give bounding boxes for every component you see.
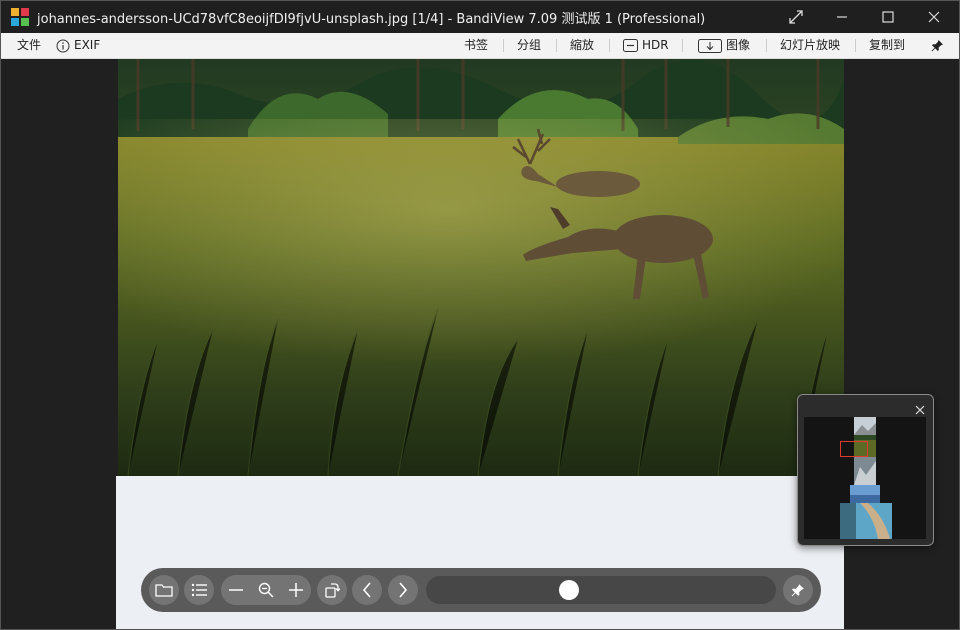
zoom-in-button[interactable] (287, 582, 305, 598)
deer-photo (118, 59, 844, 476)
title-bar: johannes-andersson-UCd78vfC8eoijfDI9fjvU… (1, 1, 959, 33)
open-folder-button[interactable] (149, 575, 179, 605)
folder-icon (155, 584, 173, 597)
menu-file-label: 文件 (17, 38, 42, 52)
menu-image-label: 图像 (726, 38, 751, 52)
menu-image[interactable]: 图像 (698, 33, 750, 58)
close-icon (915, 405, 925, 415)
chevron-right-icon (399, 582, 408, 598)
navigator-panel[interactable] (797, 394, 934, 546)
navigator-close-button[interactable] (915, 400, 927, 415)
menu-slideshow-label: 幻灯片放映 (780, 38, 841, 52)
app-logo-icon (11, 8, 29, 26)
menu-copy-to[interactable]: 复制到 (869, 33, 905, 58)
window-title: johannes-andersson-UCd78vfC8eoijfDI9fjvU… (37, 12, 706, 27)
menu-split-label: 分组 (517, 38, 542, 52)
chevron-left-icon (362, 582, 371, 598)
menu-separator (503, 39, 504, 52)
zoom-controls (221, 575, 311, 605)
rotate-button[interactable] (317, 575, 347, 605)
fullscreen-button[interactable] (773, 1, 819, 33)
menu-exif[interactable]: EXIF (56, 33, 100, 58)
menu-separator (609, 39, 610, 52)
menu-hdr[interactable]: HDR (623, 33, 669, 58)
pin-icon (931, 40, 943, 52)
list-icon (191, 583, 207, 597)
app-window: johannes-andersson-UCd78vfC8eoijfDI9fjvU… (0, 0, 960, 630)
close-icon (928, 11, 940, 23)
zoom-fit-button[interactable] (257, 582, 275, 598)
menu-copy-to-label: 复制到 (869, 38, 906, 52)
menu-separator (855, 39, 856, 52)
menu-pin[interactable] (931, 33, 944, 58)
next-image-button[interactable] (388, 575, 418, 605)
hdr-toggle-icon (623, 39, 638, 52)
menu-separator (556, 39, 557, 52)
menu-slideshow[interactable]: 幻灯片放映 (780, 33, 840, 58)
previous-image-button[interactable] (352, 575, 382, 605)
minimize-icon (837, 16, 847, 18)
menu-bookmark-label: 书签 (464, 38, 489, 52)
menu-split[interactable]: 分组 (517, 33, 541, 58)
plus-icon (289, 583, 303, 597)
close-button[interactable] (911, 1, 957, 33)
menu-bar: 文件 EXIF 书签 分组 縮放 HDR 图像 幻灯片放映 复制到 (1, 33, 959, 59)
toolbar-pin-button[interactable] (783, 575, 813, 605)
slider-thumb[interactable] (558, 580, 579, 600)
info-icon (56, 39, 70, 52)
menu-exif-label: EXIF (74, 38, 101, 52)
menu-separator (766, 39, 767, 52)
bottom-toolbar (141, 568, 821, 612)
menu-zoom-label: 縮放 (570, 38, 595, 52)
zoom-out-button[interactable] (227, 582, 245, 598)
minimize-button[interactable] (819, 1, 865, 33)
menu-bookmark[interactable]: 书签 (464, 33, 488, 58)
maximize-icon (882, 11, 894, 23)
menu-hdr-label: HDR (642, 38, 669, 52)
file-list-button[interactable] (184, 575, 214, 605)
navigator-viewport-marker[interactable] (840, 441, 868, 457)
image-position-slider[interactable] (426, 576, 776, 604)
menu-file[interactable]: 文件 (17, 33, 41, 58)
minus-icon (229, 589, 243, 591)
rotate-icon (325, 583, 340, 598)
image-save-icon (698, 38, 722, 53)
maximize-button[interactable] (865, 1, 911, 33)
navigator-thumbnails (840, 417, 892, 539)
pin-icon (791, 584, 804, 597)
menu-zoom[interactable]: 縮放 (570, 33, 594, 58)
menu-separator (682, 39, 683, 52)
expand-icon (789, 10, 803, 24)
navigator-preview (804, 417, 926, 539)
magnifier-icon (258, 582, 274, 598)
